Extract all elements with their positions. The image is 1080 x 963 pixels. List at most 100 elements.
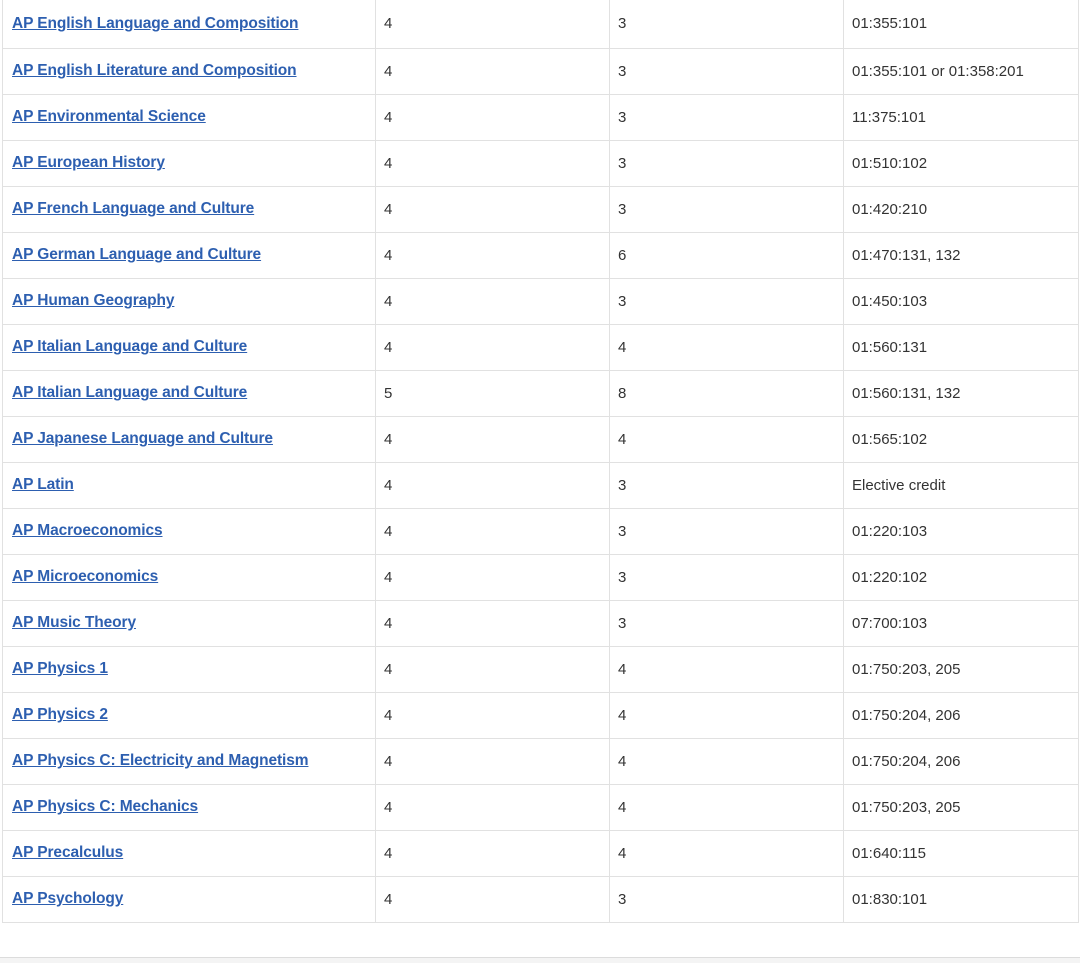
exam-cell: AP Latin <box>2 461 376 509</box>
course-equivalent-cell: 01:220:102 <box>843 553 1079 601</box>
exam-cell: AP Human Geography <box>2 277 376 325</box>
table-row: AP Physics 1 4 4 01:750:203, 205 <box>2 645 1079 693</box>
credits-cell: 3 <box>609 461 844 509</box>
course-equivalent-cell: Elective credit <box>843 461 1079 509</box>
exam-cell: AP Macroeconomics <box>2 507 376 555</box>
credits-cell: 4 <box>609 783 844 831</box>
score-cell: 4 <box>375 231 610 279</box>
exam-link[interactable]: AP German Language and Culture <box>12 246 261 263</box>
course-equivalent-cell: 01:750:203, 205 <box>843 783 1079 831</box>
exam-cell: AP Psychology <box>2 875 376 923</box>
exam-link[interactable]: AP Physics 1 <box>12 660 108 677</box>
credits-cell: 4 <box>609 691 844 739</box>
course-equivalent-cell: 01:830:101 <box>843 875 1079 923</box>
exam-cell: AP French Language and Culture <box>2 185 376 233</box>
table-row: AP European History 4 3 01:510:102 <box>2 139 1079 187</box>
score-cell: 4 <box>375 47 610 95</box>
exam-cell: AP Physics C: Mechanics <box>2 783 376 831</box>
credits-cell: 3 <box>609 277 844 325</box>
credits-cell: 4 <box>609 645 844 693</box>
course-equivalent-cell: 01:420:210 <box>843 185 1079 233</box>
credits-cell: 3 <box>609 185 844 233</box>
exam-cell: AP English Language and Composition <box>2 0 376 49</box>
credits-cell: 3 <box>609 599 844 647</box>
exam-cell: AP Italian Language and Culture <box>2 323 376 371</box>
score-cell: 4 <box>375 737 610 785</box>
exam-link[interactable]: AP Environmental Science <box>12 108 206 125</box>
score-cell: 4 <box>375 277 610 325</box>
exam-link[interactable]: AP Microeconomics <box>12 568 158 585</box>
score-cell: 4 <box>375 415 610 463</box>
ap-credit-table: AP English Language and Composition 4 3 01:… <box>2 0 1079 923</box>
table-row: AP Psychology 4 3 01:830:101 <box>2 875 1079 923</box>
score-cell: 4 <box>375 461 610 509</box>
table-row: AP French Language and Culture 4 3 01:420:2… <box>2 185 1079 233</box>
table-row: AP English Language and Composition 4 3 01:… <box>2 0 1079 49</box>
exam-link[interactable]: AP Music Theory <box>12 614 136 631</box>
exam-link[interactable]: AP Italian Language and Culture <box>12 338 247 355</box>
score-cell: 4 <box>375 645 610 693</box>
exam-link[interactable]: AP Psychology <box>12 890 123 907</box>
credits-cell: 3 <box>609 139 844 187</box>
exam-link[interactable]: AP Precalculus <box>12 844 123 861</box>
table-bottom-edge <box>0 957 1080 963</box>
score-cell: 4 <box>375 185 610 233</box>
exam-cell: AP Environmental Science <box>2 93 376 141</box>
course-equivalent-cell: 01:560:131, 132 <box>843 369 1079 417</box>
table-row: AP English Literature and Composition 4 3 0… <box>2 47 1079 95</box>
table-row: AP Physics C: Mechanics 4 4 01:750:203, 205 <box>2 783 1079 831</box>
exam-link[interactable]: AP Latin <box>12 476 74 493</box>
table-row: AP Japanese Language and Culture 4 4 01:565… <box>2 415 1079 463</box>
score-cell: 4 <box>375 783 610 831</box>
credits-cell: 3 <box>609 47 844 95</box>
exam-link[interactable]: AP Physics C: Electricity and Magnetism <box>12 752 309 769</box>
exam-cell: AP European History <box>2 139 376 187</box>
exam-cell: AP German Language and Culture <box>2 231 376 279</box>
score-cell: 4 <box>375 0 610 49</box>
table-row: AP German Language and Culture 4 6 01:470:1… <box>2 231 1079 279</box>
exam-cell: AP Music Theory <box>2 599 376 647</box>
credits-cell: 3 <box>609 507 844 555</box>
exam-cell: AP English Literature and Composition <box>2 47 376 95</box>
credits-cell: 3 <box>609 0 844 49</box>
credits-cell: 3 <box>609 93 844 141</box>
exam-link[interactable]: AP Macroeconomics <box>12 522 163 539</box>
credits-cell: 8 <box>609 369 844 417</box>
course-equivalent-cell: 07:700:103 <box>843 599 1079 647</box>
course-equivalent-cell: 01:640:115 <box>843 829 1079 877</box>
credits-cell: 4 <box>609 415 844 463</box>
table-row: AP Physics C: Electricity and Magnetism 4… <box>2 737 1079 785</box>
exam-cell: AP Physics 2 <box>2 691 376 739</box>
course-equivalent-cell: 01:450:103 <box>843 277 1079 325</box>
credits-cell: 3 <box>609 875 844 923</box>
score-cell: 4 <box>375 829 610 877</box>
exam-link[interactable]: AP Physics 2 <box>12 706 108 723</box>
exam-link[interactable]: AP Italian Language and Culture <box>12 384 247 401</box>
course-equivalent-cell: 01:510:102 <box>843 139 1079 187</box>
exam-link[interactable]: AP English Literature and Composition <box>12 62 297 79</box>
course-equivalent-cell: 01:355:101 or 01:358:201 <box>843 47 1079 95</box>
exam-link[interactable]: AP Physics C: Mechanics <box>12 798 198 815</box>
exam-cell: AP Precalculus <box>2 829 376 877</box>
score-cell: 4 <box>375 875 610 923</box>
course-equivalent-cell: 01:750:203, 205 <box>843 645 1079 693</box>
score-cell: 5 <box>375 369 610 417</box>
course-equivalent-cell: 01:220:103 <box>843 507 1079 555</box>
exam-link[interactable]: AP European History <box>12 154 165 171</box>
exam-link[interactable]: AP English Language and Composition <box>12 15 299 32</box>
exam-cell: AP Physics C: Electricity and Magnetism <box>2 737 376 785</box>
table-row: AP Macroeconomics 4 3 01:220:103 <box>2 507 1079 555</box>
exam-link[interactable]: AP French Language and Culture <box>12 200 254 217</box>
score-cell: 4 <box>375 599 610 647</box>
exam-link[interactable]: AP Japanese Language and Culture <box>12 430 273 447</box>
table-row: AP Microeconomics 4 3 01:220:102 <box>2 553 1079 601</box>
exam-link[interactable]: AP Human Geography <box>12 292 175 309</box>
course-equivalent-cell: 01:470:131, 132 <box>843 231 1079 279</box>
table-row: AP Latin 4 3 Elective credit <box>2 461 1079 509</box>
credits-cell: 4 <box>609 829 844 877</box>
table-row: AP Precalculus 4 4 01:640:115 <box>2 829 1079 877</box>
exam-cell: AP Microeconomics <box>2 553 376 601</box>
score-cell: 4 <box>375 507 610 555</box>
score-cell: 4 <box>375 139 610 187</box>
course-equivalent-cell: 01:565:102 <box>843 415 1079 463</box>
